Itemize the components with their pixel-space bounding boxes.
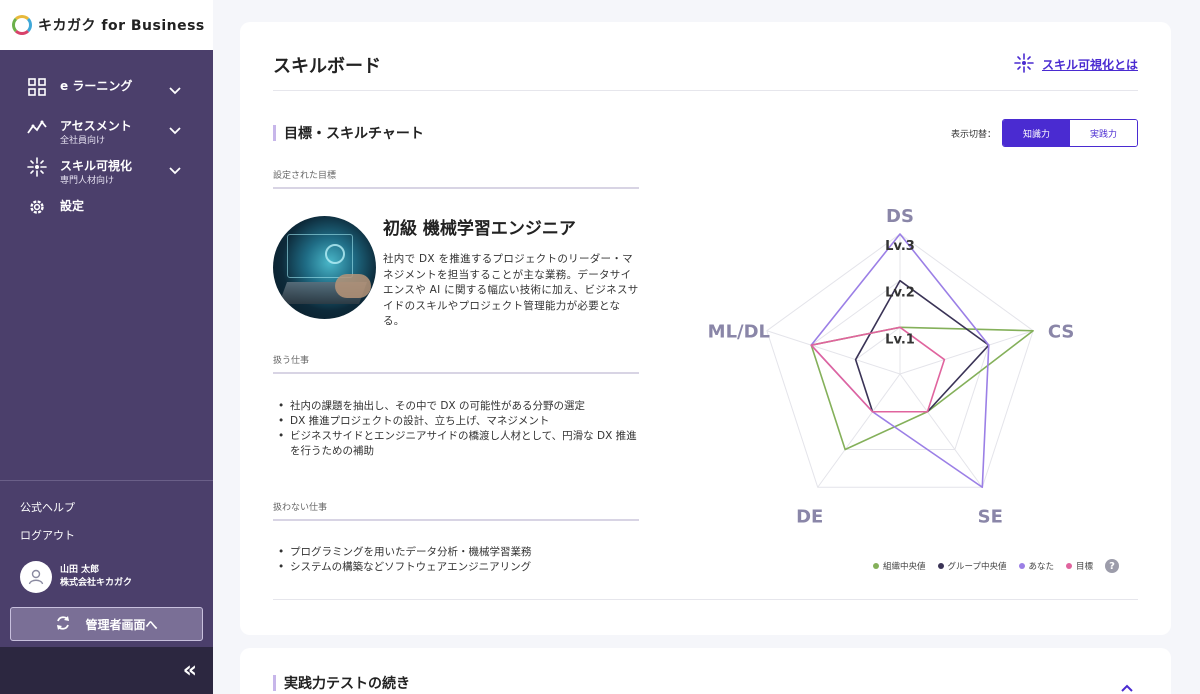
logo-icon (12, 15, 32, 35)
grid-spoke (766, 330, 901, 375)
non-tasks-heading: 扱わない仕事 (273, 500, 639, 521)
logout-link[interactable]: ログアウト (20, 527, 75, 543)
section-title: 目標・スキルチャート (273, 123, 424, 143)
section-accent-bar (273, 675, 276, 691)
legend-label: 目標 (1076, 562, 1094, 572)
question-icon[interactable]: ? (1105, 559, 1120, 573)
sidebar-item-skill-visualization[interactable]: スキル可視化 専門人材向け (0, 157, 213, 187)
user-profile[interactable]: 山田 太郎 株式会社キカガク (20, 561, 132, 593)
help-link[interactable]: 公式ヘルプ (20, 499, 75, 515)
sidebar-item-sub: 専門人材向け (60, 176, 115, 186)
axis-label: DE (796, 506, 823, 527)
chevron-up-icon[interactable] (1120, 678, 1134, 694)
legend-item: あなた (1018, 560, 1055, 572)
list-item: 社内の課題を抽出し、その中で DX の可能性がある分野の選定 (278, 399, 638, 414)
axis-label: SE (978, 506, 1003, 527)
trend-icon (27, 117, 47, 137)
admin-screen-label: 管理者画面へ (85, 617, 158, 632)
legend-dot (937, 563, 944, 569)
legend-item: グループ中央値 (937, 560, 1007, 572)
level-label: Lv.1 (885, 332, 915, 347)
sidebar: キカガク for Business e ラーニング アセスメント 全社員向け ス… (0, 0, 213, 694)
goal-image (273, 216, 376, 319)
legend-dot (1018, 563, 1025, 569)
series-line (810, 326, 1034, 451)
grid-spoke (899, 373, 983, 488)
goal-name: 初級 機械学習エンジニア (383, 219, 576, 239)
sidebar-divider (0, 480, 213, 481)
level-label: Lv.3 (885, 239, 915, 254)
goal-heading: 設定された目標 (273, 168, 639, 189)
axis-label: DS (886, 206, 914, 227)
chart-legend: 組織中央値 グループ中央値 あなた 目標 ? (873, 559, 1120, 573)
list-item: DX 推進プロジェクトの設計、立ち上げ、マネジメント (278, 414, 638, 429)
series-line (810, 326, 946, 413)
sidebar-item-label: アセスメント (60, 119, 132, 133)
axis-label: ML/DL (708, 322, 770, 343)
section-title-text: 実践力テストの続き (284, 676, 410, 692)
chevron-down-icon (169, 80, 181, 99)
tasks-list: 社内の課題を抽出し、その中で DX の可能性がある分野の選定 DX 推進プロジェ… (278, 399, 638, 459)
level-label: Lv.2 (885, 286, 915, 301)
toggle-practice[interactable]: 実践力 (1070, 120, 1137, 146)
sidebar-item-settings[interactable]: 設定 (0, 197, 213, 217)
user-company: 株式会社キカガク (60, 578, 133, 588)
sidebar-item-elearning[interactable]: e ラーニング (0, 77, 213, 97)
grid-spoke (899, 330, 1034, 375)
series-line (854, 279, 990, 413)
admin-screen-button[interactable]: 管理者画面へ (10, 607, 203, 641)
avatar (20, 561, 52, 593)
display-toggle: 表示切替： 知識力 実践力 (951, 119, 1138, 147)
toggle-segment: 知識力 実践力 (1002, 119, 1138, 147)
sidebar-item-label: e ラーニング (60, 79, 133, 93)
list-item: システムの構築などソフトウェアエンジニアリング (278, 560, 638, 575)
user-icon (28, 569, 44, 585)
toggle-knowledge[interactable]: 知識力 (1003, 120, 1070, 146)
skill-radar-chart: Lv.1 Lv.2 Lv.3 DS CS SE DE ML/DL (708, 206, 1075, 527)
collapse-sidebar-button[interactable]: « (0, 647, 213, 694)
axis-label: CS (1048, 322, 1075, 343)
legend-item: 組織中央値 (873, 560, 926, 572)
list-item: プログラミングを用いたデータ分析・機械学習業務 (278, 545, 638, 560)
skill-board-card: スキルボード スキル可視化とは 目標・スキルチャート 表示切替： 知識力 実践力… (240, 22, 1171, 635)
brand-name: キカガク for Business (38, 18, 205, 34)
page-title: スキルボード (273, 56, 381, 77)
legend-item: 目標 (1066, 560, 1093, 572)
sidebar-item-sub: 全社員向け (60, 136, 106, 146)
legend-label: 組織中央値 (883, 562, 926, 572)
legend-label: グループ中央値 (947, 562, 1007, 572)
sidebar-item-assessment[interactable]: アセスメント 全社員向け (0, 117, 213, 147)
chevron-down-icon (169, 120, 181, 139)
section-title: 実践力テストの続き (273, 673, 410, 693)
user-name: 山田 太郎 (60, 565, 100, 575)
section-title-text: 目標・スキルチャート (284, 126, 424, 142)
double-chevron-left-icon: « (182, 658, 197, 683)
sidebar-item-label: 設定 (60, 199, 85, 213)
help-link-label: スキル可視化とは (1041, 58, 1138, 72)
toggle-label: 表示切替： (950, 129, 996, 140)
non-tasks-list: プログラミングを用いたデータ分析・機械学習業務 システムの構築などソフトウェアエ… (278, 545, 638, 575)
goal-description: 社内で DX を推進するプロジェクトのリーダー・マネジメントを担当することが主な… (383, 253, 639, 327)
sparkle-icon (27, 157, 47, 177)
divider (273, 599, 1138, 600)
skill-visualization-help-link[interactable]: スキル可視化とは (1014, 53, 1138, 76)
legend-dot (1066, 563, 1073, 569)
sidebar-item-label: スキル可視化 (60, 159, 133, 173)
legend-label: あなた (1028, 562, 1055, 572)
list-item: ビジネスサイドとエンジニアサイドの橋渡し人材として、円滑な DX 推進を行うため… (278, 429, 638, 459)
tasks-heading: 扱う仕事 (273, 353, 639, 374)
refresh-icon (55, 615, 71, 634)
brand[interactable]: キカガク for Business (0, 0, 213, 50)
chevron-down-icon (169, 160, 181, 179)
gear-icon (27, 197, 47, 217)
practice-test-card: 実践力テストの続き (240, 648, 1171, 694)
legend-dot (873, 563, 879, 569)
grid-icon (27, 77, 47, 97)
divider (273, 90, 1138, 91)
sparkle-icon (1014, 53, 1034, 76)
section-accent-bar (273, 125, 276, 141)
